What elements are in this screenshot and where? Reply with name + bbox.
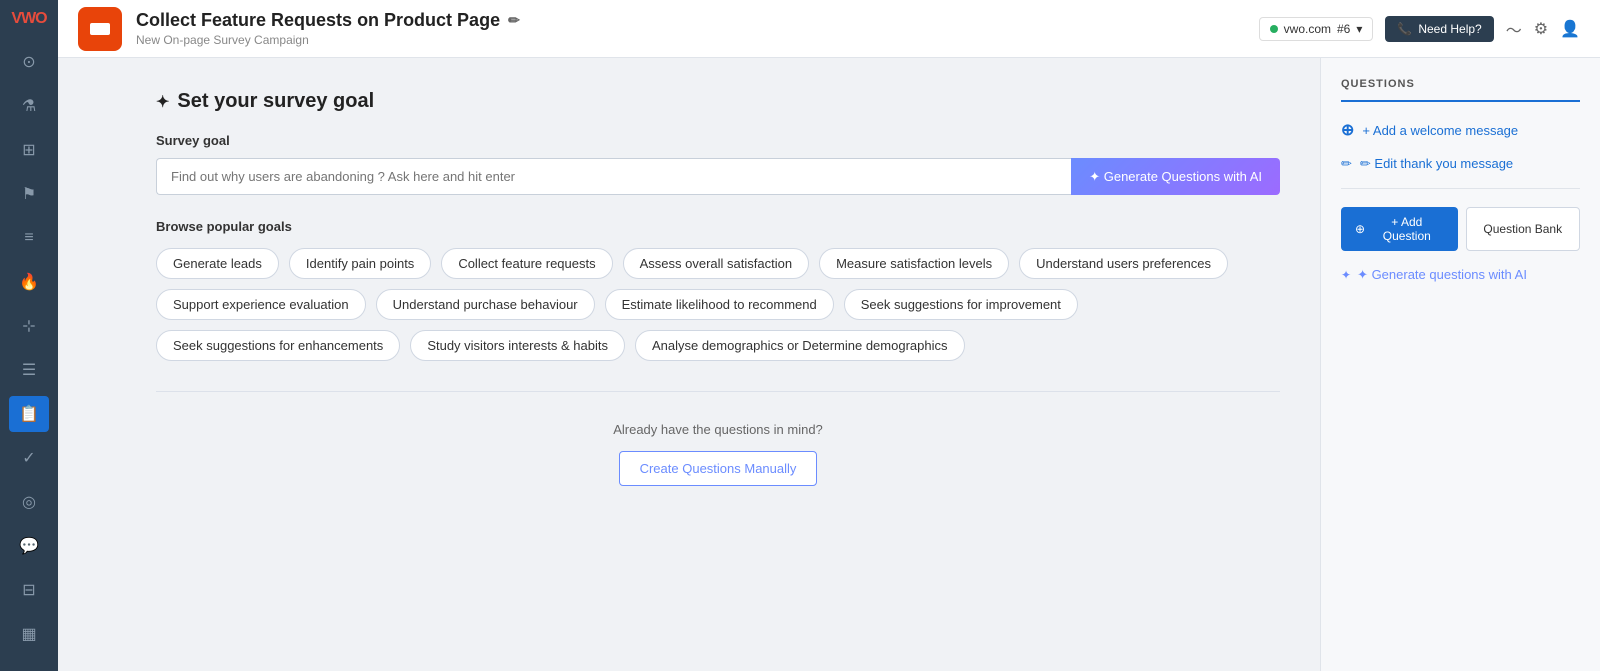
generate-questions-button[interactable]: ✦ Generate Questions with AI bbox=[1071, 158, 1280, 195]
topbar-right: vwo.com #6 ▾ 📞 Need Help? 〜 ⚙ 👤 bbox=[1259, 16, 1580, 42]
sidebar-item-flask[interactable]: ⚗ bbox=[9, 88, 49, 124]
sidebar: VWO ⊙ ⚗ ⊞ ⚑ ≡ 🔥 ⊹ ☰ 📋 ✓ ◎ 💬 ⊟ ▦ bbox=[0, 0, 58, 671]
questions-section-header: QUESTIONS bbox=[1341, 78, 1580, 102]
sidebar-item-puzzle[interactable]: ⊞ bbox=[9, 132, 49, 168]
phone-icon: 📞 bbox=[1397, 22, 1412, 36]
campaign-icon bbox=[78, 7, 122, 51]
sidebar-item-fire[interactable]: 🔥 bbox=[9, 264, 49, 300]
sidebar-item-chart[interactable]: ▦ bbox=[9, 616, 49, 652]
goal-tag[interactable]: Estimate likelihood to recommend bbox=[605, 289, 834, 320]
campaign-icon-svg bbox=[88, 17, 112, 41]
action-buttons: ⊕ + Add Question Question Bank bbox=[1341, 207, 1580, 251]
sidebar-item-survey[interactable]: 📋 bbox=[9, 396, 49, 432]
sidebar-item-feedback[interactable]: 💬 bbox=[9, 528, 49, 564]
main-content: ✦ Set your survey goal Survey goal ✦ Gen… bbox=[116, 58, 1600, 671]
goal-tag[interactable]: Measure satisfaction levels bbox=[819, 248, 1009, 279]
sidebar-item-list[interactable]: ☰ bbox=[9, 352, 49, 388]
campaign-title: Collect Feature Requests on Product Page… bbox=[136, 10, 520, 31]
sparkles-icon: ✦ bbox=[156, 92, 169, 112]
divider-section: Already have the questions in mind? Crea… bbox=[156, 391, 1280, 486]
edit-title-icon[interactable]: ✏ bbox=[508, 12, 520, 29]
settings-icon[interactable]: ⚙ bbox=[1534, 19, 1548, 39]
goals-grid: Generate leads Identify pain points Collec… bbox=[156, 248, 1280, 361]
sidebar-item-dashboard[interactable]: ⊙ bbox=[9, 44, 49, 80]
campaign-subtitle: New On-page Survey Campaign bbox=[136, 33, 520, 47]
survey-goal-input[interactable] bbox=[156, 158, 1071, 195]
workspace-number: #6 bbox=[1337, 22, 1350, 36]
center-panel: ✦ Set your survey goal Survey goal ✦ Gen… bbox=[116, 58, 1320, 671]
need-help-button[interactable]: 📞 Need Help? bbox=[1385, 16, 1493, 42]
topbar: Collect Feature Requests on Product Page… bbox=[58, 0, 1600, 58]
sidebar-item-layers[interactable]: ≡ bbox=[9, 220, 49, 256]
plus-icon: ⊕ bbox=[1341, 120, 1354, 140]
vwo-logo-text: VWO bbox=[11, 10, 46, 28]
create-questions-manually-button[interactable]: Create Questions Manually bbox=[619, 451, 818, 486]
panel-divider bbox=[1341, 188, 1580, 189]
sidebar-item-tasks[interactable]: ✓ bbox=[9, 440, 49, 476]
goal-tag[interactable]: Collect feature requests bbox=[441, 248, 612, 279]
page-title: ✦ Set your survey goal bbox=[156, 90, 1280, 113]
goal-tag[interactable]: Analyse demographics or Determine demogr… bbox=[635, 330, 965, 361]
workspace-dot bbox=[1270, 25, 1278, 33]
sparkles-small-icon: ✦ bbox=[1341, 268, 1351, 282]
sidebar-item-database[interactable]: ⊟ bbox=[9, 572, 49, 608]
sidebar-item-cursor[interactable]: ⊹ bbox=[9, 308, 49, 344]
goal-tag[interactable]: Seek suggestions for enhancements bbox=[156, 330, 400, 361]
add-question-plus-icon: ⊕ bbox=[1355, 222, 1365, 236]
workspace-name: vwo.com bbox=[1284, 22, 1331, 36]
browse-popular-label: Browse popular goals bbox=[156, 219, 1280, 234]
right-panel: QUESTIONS ⊕ + Add a welcome message ✏ ✏ … bbox=[1320, 58, 1600, 671]
workspace-badge[interactable]: vwo.com #6 ▾ bbox=[1259, 17, 1374, 41]
pencil-icon: ✏ bbox=[1341, 156, 1352, 172]
goal-tag[interactable]: Identify pain points bbox=[289, 248, 431, 279]
account-icon[interactable]: 👤 bbox=[1560, 19, 1580, 39]
goal-tag[interactable]: Generate leads bbox=[156, 248, 279, 279]
goal-tag[interactable]: Support experience evaluation bbox=[156, 289, 366, 320]
goal-tag[interactable]: Seek suggestions for improvement bbox=[844, 289, 1078, 320]
already-have-questions-text: Already have the questions in mind? bbox=[156, 422, 1280, 437]
survey-goal-label: Survey goal bbox=[156, 133, 1280, 148]
sidebar-item-target[interactable]: ◎ bbox=[9, 484, 49, 520]
pulse-icon[interactable]: 〜 bbox=[1506, 17, 1522, 41]
goal-tag[interactable]: Understand users preferences bbox=[1019, 248, 1228, 279]
add-question-button[interactable]: ⊕ + Add Question bbox=[1341, 207, 1458, 251]
campaign-info: Collect Feature Requests on Product Page… bbox=[136, 10, 520, 47]
vwo-logo: VWO bbox=[11, 10, 46, 28]
sidebar-item-flag[interactable]: ⚑ bbox=[9, 176, 49, 212]
goal-tag[interactable]: Understand purchase behaviour bbox=[376, 289, 595, 320]
goal-input-row: ✦ Generate Questions with AI bbox=[156, 158, 1280, 195]
add-welcome-message-action[interactable]: ⊕ + Add a welcome message bbox=[1341, 120, 1580, 140]
goal-tag[interactable]: Study visitors interests & habits bbox=[410, 330, 625, 361]
generate-questions-ai-link[interactable]: ✦ ✦ Generate questions with AI bbox=[1341, 267, 1580, 283]
goal-tag[interactable]: Assess overall satisfaction bbox=[623, 248, 809, 279]
workspace-chevron-icon: ▾ bbox=[1356, 22, 1362, 36]
question-bank-button[interactable]: Question Bank bbox=[1466, 207, 1581, 251]
edit-thank-you-message-action[interactable]: ✏ ✏ Edit thank you message bbox=[1341, 156, 1580, 172]
